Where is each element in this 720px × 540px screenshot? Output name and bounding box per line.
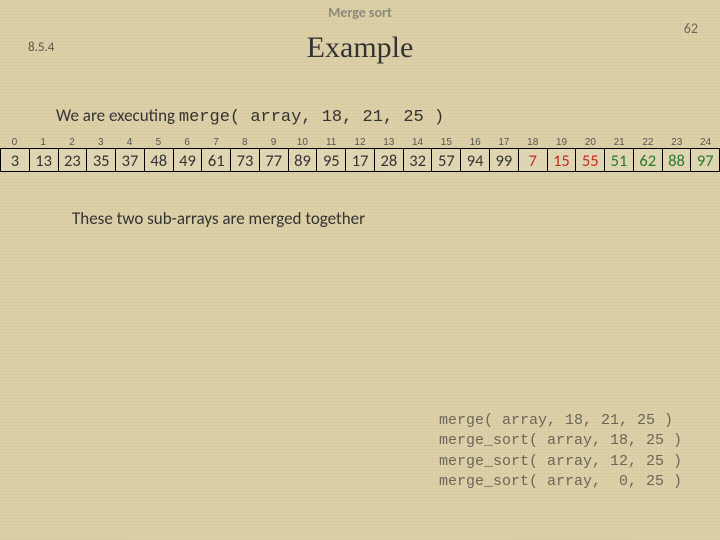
array-index: 16	[461, 137, 490, 148]
array-cell: 37	[115, 148, 144, 172]
array-cell: 97	[690, 148, 720, 172]
array-index-row: 0123456789101112131415161718192021222324	[0, 137, 720, 148]
array-index: 1	[29, 137, 58, 148]
body-line: We are executing merge( array, 18, 21, 2…	[56, 105, 720, 127]
array-index: 22	[634, 137, 663, 148]
array-cell: 23	[58, 148, 87, 172]
array-index: 11	[317, 137, 346, 148]
array-cell: 7	[518, 148, 547, 172]
array-cell: 95	[316, 148, 345, 172]
array-cell: 55	[575, 148, 604, 172]
array-index: 3	[86, 137, 115, 148]
array-cell: 88	[662, 148, 691, 172]
array-index: 8	[230, 137, 259, 148]
array-visualization: 0123456789101112131415161718192021222324…	[0, 137, 720, 172]
array-index: 9	[259, 137, 288, 148]
array-cell: 61	[201, 148, 230, 172]
array-cell: 57	[431, 148, 460, 172]
array-cells-row: 3132335374849617377899517283257949971555…	[0, 148, 720, 172]
array-cell: 13	[29, 148, 58, 172]
array-index: 20	[576, 137, 605, 148]
array-index: 6	[173, 137, 202, 148]
array-cell: 94	[460, 148, 489, 172]
body-line-code: merge( array, 18, 21, 25 )	[179, 108, 444, 127]
array-index: 21	[605, 137, 634, 148]
array-index: 14	[403, 137, 432, 148]
array-cell: 77	[259, 148, 288, 172]
array-cell: 17	[345, 148, 374, 172]
page-number: 62	[684, 20, 698, 37]
array-index: 10	[288, 137, 317, 148]
array-index: 24	[691, 137, 720, 148]
array-cell: 15	[547, 148, 576, 172]
array-cell: 99	[489, 148, 518, 172]
array-cell: 62	[633, 148, 662, 172]
array-cell: 51	[604, 148, 633, 172]
slide-title: Example	[0, 31, 720, 65]
array-index: 7	[202, 137, 231, 148]
array-index: 0	[0, 137, 29, 148]
array-index: 17	[490, 137, 519, 148]
array-cell: 28	[374, 148, 403, 172]
slide-header-title: Merge sort	[0, 0, 720, 21]
array-index: 2	[58, 137, 87, 148]
array-cell: 48	[144, 148, 173, 172]
array-index: 18	[518, 137, 547, 148]
array-index: 4	[115, 137, 144, 148]
section-number: 8.5.4	[28, 40, 54, 55]
array-cell: 3	[0, 148, 29, 172]
array-cell: 35	[86, 148, 115, 172]
array-index: 15	[432, 137, 461, 148]
array-index: 19	[547, 137, 576, 148]
array-cell: 49	[173, 148, 202, 172]
call-stack: merge( array, 18, 21, 25 ) merge_sort( a…	[439, 411, 682, 492]
sub-text: These two sub-arrays are merged together	[72, 208, 720, 229]
array-cell: 89	[288, 148, 317, 172]
body-line-prefix: We are executing	[56, 105, 179, 126]
array-cell: 73	[230, 148, 259, 172]
array-index: 12	[346, 137, 375, 148]
array-index: 13	[374, 137, 403, 148]
array-index: 23	[662, 137, 691, 148]
array-index: 5	[144, 137, 173, 148]
array-cell: 32	[403, 148, 432, 172]
